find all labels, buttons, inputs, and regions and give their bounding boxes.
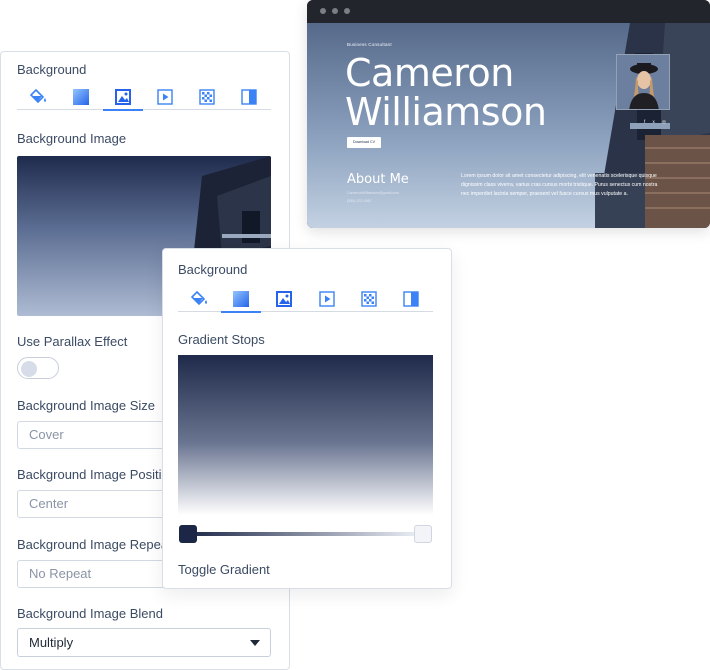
window-dot [332,8,338,14]
overlay-icon [403,291,419,307]
tab-image[interactable] [103,84,143,111]
tab-pattern[interactable] [349,286,389,312]
background-type-tabs [17,84,271,111]
parallax-label: Use Parallax Effect [17,334,128,349]
tab-color[interactable] [180,286,220,312]
parallax-toggle[interactable] [17,357,59,379]
gradient-settings-panel: Background Gradient Stops Toggle Gradien… [162,248,452,589]
panel-heading: Background [17,62,87,77]
about-meta: CameronWilliamson@gmail.com (555) 123-45… [347,189,399,205]
window-dot [320,8,326,14]
hero-name-line2: Williamson [345,90,547,134]
gradient-icon [233,291,249,307]
hero-kicker: Business Consultant [347,42,392,47]
tab-gradient[interactable] [61,84,101,110]
pattern-icon [199,89,215,105]
tab-image[interactable] [264,286,304,312]
gradient-icon [73,89,89,105]
paint-bucket-icon [30,89,46,104]
toggle-gradient-label[interactable]: Toggle Gradient [178,562,270,577]
pattern-icon [361,291,377,307]
gradient-stops-slider[interactable] [187,532,417,536]
tab-gradient[interactable] [221,286,261,313]
profile-photo [616,54,670,110]
download-cv-button[interactable]: Download CV [347,137,381,148]
background-type-tabs [178,286,433,313]
gradient-stops-label: Gradient Stops [178,332,265,347]
paint-bucket-icon [191,291,207,306]
gradient-stop-handle[interactable] [414,525,432,543]
video-icon [319,291,335,307]
panel-heading: Background [178,262,248,277]
image-blend-label: Background Image Blend [17,606,163,621]
video-icon [157,89,173,105]
hero-name: Cameron Williamson [345,51,547,134]
about-title: About Me [347,172,409,187]
toggle-knob [21,361,37,377]
social-icons: f x ◎ [644,119,669,125]
gradient-stop-handle[interactable] [179,525,197,543]
image-icon [276,291,292,307]
tab-pattern[interactable] [187,84,227,110]
background-image-label: Background Image [17,131,127,146]
tab-video[interactable] [307,286,347,312]
twitter-icon[interactable]: x [653,119,658,124]
tab-video[interactable] [145,84,185,110]
chevron-down-icon [250,640,260,646]
browser-titlebar [307,0,710,23]
about-text: Lorem ipsum dolor sit amet consectetur a… [461,173,658,198]
tab-overlay[interactable] [391,286,431,312]
hero-section: Business Consultant Cameron Williamson D… [307,23,710,228]
tab-color[interactable] [19,84,59,110]
tab-overlay[interactable] [229,84,269,110]
window-dot [344,8,350,14]
instagram-icon[interactable]: ◎ [662,119,669,124]
image-icon [115,89,131,105]
hero-name-line1: Cameron [345,51,514,95]
image-repeat-label: Background Image Repeat [17,537,172,552]
about-email: CameronWilliamson@gmail.com [347,191,400,195]
image-blend-select[interactable]: Multiply [17,628,271,657]
gradient-preview [178,355,433,515]
facebook-icon[interactable]: f [644,119,648,124]
website-preview-window: Business Consultant Cameron Williamson D… [307,0,710,228]
about-phone: (555) 123-4567 [347,199,372,203]
overlay-icon [241,89,257,105]
image-position-label: Background Image Position [17,467,176,482]
image-size-label: Background Image Size [17,398,156,413]
image-blend-value: Multiply [29,635,74,650]
